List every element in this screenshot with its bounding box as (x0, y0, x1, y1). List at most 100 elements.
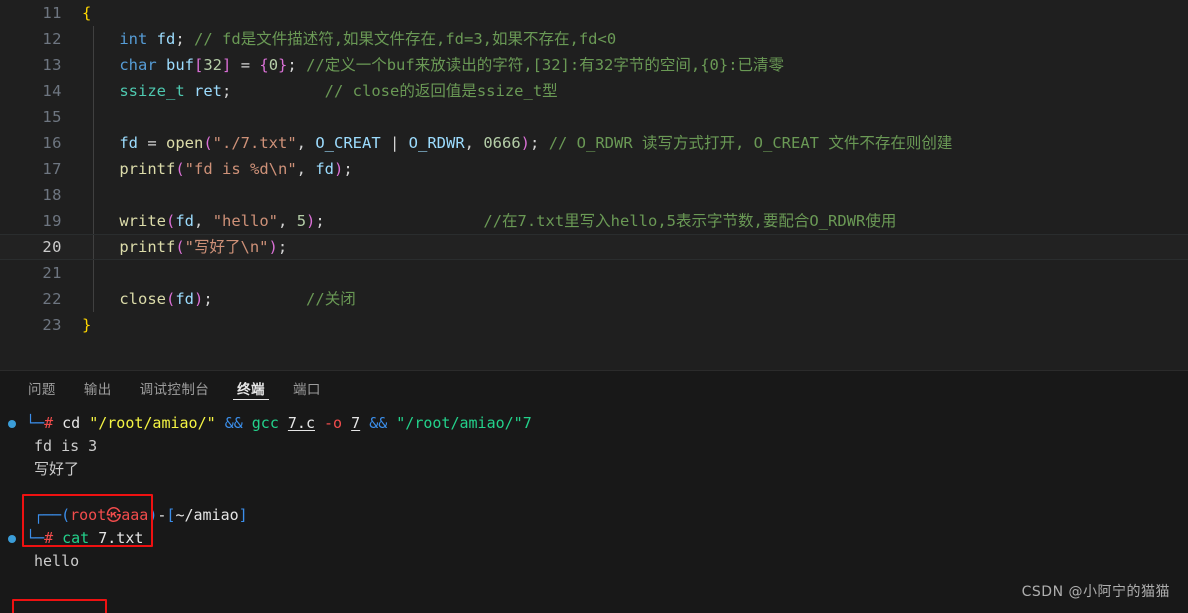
code-token: write (119, 212, 166, 230)
code-line[interactable]: 20 printf("写好了\n"); (0, 234, 1188, 260)
terminal-row-command: └─# cat 7.txt (0, 527, 1188, 550)
panel-tab-4[interactable]: 端口 (279, 371, 335, 404)
code-line[interactable]: 21 (0, 260, 1188, 286)
indent-guide (93, 104, 94, 130)
code-text: } (82, 312, 91, 338)
terminal-row-prompt: ┌──(root㉿aaa)-[~/amiao] (0, 504, 1188, 527)
code-token: , (296, 134, 316, 152)
code-line[interactable]: 16 fd = open("./7.txt", O_CREAT | O_RDWR… (0, 130, 1188, 156)
line-number: 17 (42, 160, 62, 178)
terminal-token: root㉿aaa (70, 506, 149, 524)
code-text: printf("写好了\n"); (82, 235, 287, 259)
terminal-token: gcc (251, 414, 279, 432)
code-token: fd (156, 30, 176, 48)
terminal-row-output: 写好了 (0, 458, 1188, 481)
command-decoration-icon (8, 420, 16, 428)
terminal-token: └─ (26, 529, 45, 547)
code-line[interactable]: 23} (0, 312, 1188, 338)
code-text: { (82, 0, 91, 26)
terminal-token: "/root/amiao/" (89, 414, 216, 432)
code-token: } (278, 56, 288, 74)
panel-tab-3[interactable]: 终端 (223, 371, 279, 404)
code-token: ) (520, 134, 531, 152)
code-line[interactable]: 12 int fd; // fd是文件描述符,如果文件存在,fd=3,如果不存在… (0, 26, 1188, 52)
code-line[interactable]: 11 { (0, 0, 1188, 26)
code-token: ( (166, 290, 176, 308)
code-token: ; (277, 238, 288, 256)
code-token: ; (315, 212, 325, 230)
code-editor[interactable]: 11 {12 int fd; // fd是文件描述符,如果文件存在,fd=3,如果… (0, 0, 1188, 370)
code-token: close (119, 290, 166, 308)
terminal-view[interactable]: └─# cd "/root/amiao/" && gcc 7.c -o 7 &&… (0, 404, 1188, 613)
code-token: ) (194, 290, 204, 308)
code-token: fd (119, 134, 138, 152)
code-line[interactable]: 14 ssize_t ret; // close的返回值是ssize_t型 (0, 78, 1188, 104)
code-line[interactable]: 19 write(fd, "hello", 5); //在7.txt里写入hel… (0, 208, 1188, 234)
line-number: 11 (42, 4, 62, 22)
code-token: O_RDWR (408, 134, 465, 152)
indent-guide (93, 182, 94, 208)
line-number: 16 (42, 134, 62, 152)
code-token: = (138, 134, 166, 152)
panel-tab-2[interactable]: 调试控制台 (126, 371, 224, 404)
code-token: int (119, 30, 148, 48)
code-token: ; (287, 56, 307, 74)
code-token: ( (166, 212, 176, 230)
bottom-panel: 问题 输出 调试控制台 终端 端口 └─# cd "/root/amiao/" && g… (0, 370, 1188, 613)
terminal-token: 写好了 (34, 460, 80, 478)
line-number: 15 (42, 108, 62, 126)
code-token: , (464, 134, 484, 152)
terminal-token: # (44, 414, 54, 432)
code-token: ] (222, 56, 232, 74)
code-token: , (194, 212, 213, 230)
code-token: { (259, 56, 269, 74)
panel-tab-1[interactable]: 输出 (70, 371, 126, 404)
code-token: char (119, 56, 157, 74)
code-token: ; (175, 30, 185, 48)
code-token: // fd是文件描述符,如果文件存在,fd=3,如果不存在,fd<0 (194, 30, 617, 48)
code-token: ssize_t (119, 82, 185, 100)
panel-tab-label: 问题 (28, 381, 56, 398)
code-line[interactable]: 15 (0, 104, 1188, 130)
terminal-token: hello (34, 552, 80, 570)
terminal-token: └─ (26, 414, 45, 432)
line-number: 21 (42, 264, 62, 282)
command-decoration-icon (8, 535, 16, 543)
code-token: //关闭 (306, 290, 356, 308)
code-token: { (82, 4, 92, 22)
code-token: ; (203, 290, 213, 308)
code-line[interactable]: 18 (0, 182, 1188, 208)
terminal-row-command: └─# cd "/root/amiao/" && gcc 7.c -o 7 &&… (0, 412, 1188, 435)
code-token: "fd is %d\n" (184, 160, 297, 178)
code-token: ) (306, 212, 316, 230)
code-token: 0666 (483, 134, 521, 152)
code-token: printf (119, 160, 176, 178)
code-token: "写好了\n" (184, 238, 269, 256)
code-text: close(fd); //关闭 (82, 286, 356, 312)
terminal-token: ] (238, 506, 248, 524)
terminal-row-blank (0, 481, 1188, 504)
code-line[interactable]: 22 close(fd); //关闭 (0, 286, 1188, 312)
code-token: ; (222, 82, 232, 100)
terminal-token: fd is 3 (34, 437, 98, 455)
code-token: = (231, 56, 260, 74)
panel-tab-0[interactable]: 问题 (14, 371, 70, 404)
line-number: 18 (42, 186, 62, 204)
panel-tab-bar[interactable]: 问题 输出 调试控制台 终端 端口 (0, 371, 1188, 404)
code-line[interactable]: 13 char buf[32] = {0}; //定义一个buf来放读出的字符,… (0, 52, 1188, 78)
code-token: ; (530, 134, 549, 152)
code-line[interactable]: 17 printf("fd is %d\n", fd); (0, 156, 1188, 182)
